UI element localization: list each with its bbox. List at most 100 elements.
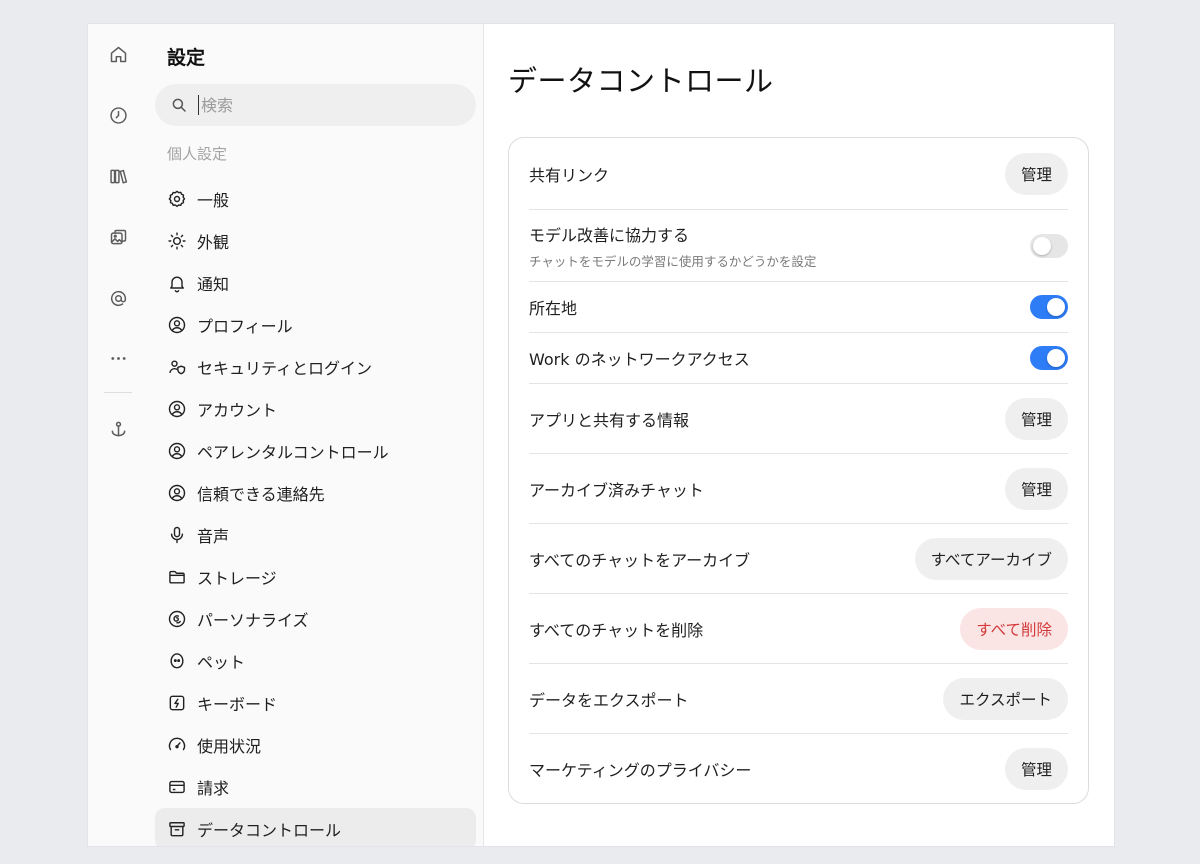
sidebar-item-data-controls[interactable]: データコントロール bbox=[155, 808, 476, 846]
settings-card: 共有リンク 管理 モデル改善に協力する チャットをモデルの学習に使用するかどうか… bbox=[508, 137, 1089, 804]
row-label: データをエクスポート bbox=[529, 690, 689, 710]
sidebar-item-notifications[interactable]: 通知 bbox=[155, 262, 476, 304]
archive-box-icon bbox=[167, 819, 187, 839]
gear-icon bbox=[167, 189, 187, 209]
sidebar-item-label: 音声 bbox=[197, 527, 230, 546]
manage-marketing-privacy-button[interactable]: 管理 bbox=[1004, 748, 1068, 790]
sidebar-item-label: アカウント bbox=[197, 401, 278, 420]
at-sign-icon[interactable] bbox=[102, 282, 134, 314]
row-archive-all: すべてのチャットをアーカイブ すべてアーカイブ bbox=[529, 524, 1068, 594]
sidebar-item-voice[interactable]: 音声 bbox=[155, 514, 476, 556]
row-label: すべてのチャットをアーカイブ bbox=[529, 550, 751, 570]
library-icon[interactable] bbox=[102, 160, 134, 192]
settings-sidebar: 設定 個人設定 一般 外観 通知 プロフィール bbox=[148, 24, 484, 846]
more-icon[interactable] bbox=[102, 342, 134, 374]
sidebar-item-label: 使用状況 bbox=[197, 737, 262, 756]
toggle-knob bbox=[1047, 349, 1065, 367]
row-location: 所在地 bbox=[529, 282, 1068, 333]
row-delete-all: すべてのチャットを削除 すべて削除 bbox=[529, 594, 1068, 664]
sidebar-item-general[interactable]: 一般 bbox=[155, 178, 476, 220]
sidebar-item-personalization[interactable]: パーソナライズ bbox=[155, 598, 476, 640]
credit-card-icon bbox=[167, 777, 187, 797]
sidebar-item-appearance[interactable]: 外観 bbox=[155, 220, 476, 262]
manage-shared-links-button[interactable]: 管理 bbox=[1004, 152, 1068, 195]
sidebar-item-storage[interactable]: ストレージ bbox=[155, 556, 476, 598]
sidebar-item-label: パーソナライズ bbox=[197, 611, 309, 630]
images-icon[interactable] bbox=[102, 221, 134, 253]
sidebar-item-label: データコントロール bbox=[197, 821, 342, 840]
model-improvement-toggle[interactable] bbox=[1030, 233, 1068, 258]
section-label-personal: 個人設定 bbox=[167, 145, 228, 163]
sidebar-item-label: 請求 bbox=[197, 779, 230, 798]
row-description: チャットをモデルの学習に使用するかどうかを設定 bbox=[529, 253, 817, 269]
toggle-knob bbox=[1033, 236, 1051, 255]
location-toggle[interactable] bbox=[1030, 295, 1068, 319]
anchor-icon[interactable] bbox=[102, 413, 134, 445]
export-button[interactable]: エクスポート bbox=[943, 677, 1068, 720]
sidebar-item-account[interactable]: アカウント bbox=[155, 388, 476, 430]
search-icon bbox=[170, 96, 188, 114]
row-label: アプリと共有する情報 bbox=[529, 410, 690, 430]
bell-icon bbox=[167, 273, 187, 293]
sidebar-item-label: プロフィール bbox=[197, 317, 293, 336]
sidebar-item-label: 一般 bbox=[197, 191, 230, 210]
work-network-access-toggle[interactable] bbox=[1030, 346, 1068, 370]
manage-app-info-button[interactable]: 管理 bbox=[1004, 397, 1068, 440]
row-model-improvement: モデル改善に協力する チャットをモデルの学習に使用するかどうかを設定 bbox=[529, 210, 1068, 282]
row-archived-chats: アーカイブ済みチャット 管理 bbox=[529, 454, 1068, 524]
sidebar-item-profile[interactable]: プロフィール bbox=[155, 304, 476, 346]
sidebar-item-label: 通知 bbox=[197, 275, 230, 294]
sidebar-item-parental-controls[interactable]: ペアレンタルコントロール bbox=[155, 430, 476, 472]
sidebar-item-pet[interactable]: ペット bbox=[155, 640, 476, 682]
row-label: 所在地 bbox=[529, 299, 578, 318]
icon-rail bbox=[88, 24, 148, 846]
manage-archived-chats-button[interactable]: 管理 bbox=[1004, 467, 1068, 510]
sidebar-item-label: 外観 bbox=[197, 233, 230, 252]
personalize-icon bbox=[167, 609, 187, 629]
gauge-icon bbox=[167, 735, 187, 755]
rail-divider bbox=[104, 392, 132, 393]
row-app-shared-info: アプリと共有する情報 管理 bbox=[529, 384, 1068, 454]
row-label: 共有リンク bbox=[529, 165, 610, 185]
keyboard-icon bbox=[167, 693, 187, 713]
sidebar-title: 設定 bbox=[167, 47, 206, 69]
sidebar-item-security[interactable]: セキュリティとログイン bbox=[155, 346, 476, 388]
row-marketing-privacy: マーケティングのプライバシー 管理 bbox=[529, 734, 1068, 804]
row-work-network-access: Work のネットワークアクセス bbox=[529, 333, 1068, 384]
sidebar-item-label: セキュリティとログイン bbox=[197, 359, 373, 378]
sidebar-item-usage[interactable]: 使用状況 bbox=[155, 724, 476, 766]
row-label: アーカイブ済みチャット bbox=[529, 480, 704, 500]
sidebar-item-billing[interactable]: 請求 bbox=[155, 766, 476, 808]
archive-all-button[interactable]: すべてアーカイブ bbox=[914, 537, 1068, 580]
search-bar[interactable] bbox=[155, 84, 476, 126]
sidebar-item-label: 信頼できる連絡先 bbox=[197, 485, 325, 504]
contact-icon bbox=[167, 483, 187, 503]
history-icon[interactable] bbox=[102, 99, 134, 131]
row-text: モデル改善に協力する チャットをモデルの学習に使用するかどうかを設定 bbox=[529, 222, 816, 270]
pet-icon bbox=[167, 651, 187, 671]
sidebar-item-label: キーボード bbox=[197, 695, 278, 714]
row-export-data: データをエクスポート エクスポート bbox=[529, 664, 1068, 734]
row-shared-links: 共有リンク 管理 bbox=[529, 138, 1068, 210]
sidebar-item-label: ストレージ bbox=[197, 569, 277, 588]
row-label: すべてのチャットを削除 bbox=[529, 620, 704, 640]
microphone-icon bbox=[167, 525, 187, 545]
folder-icon bbox=[167, 567, 187, 587]
sidebar-item-label: ペアレンタルコントロール bbox=[197, 443, 389, 462]
home-icon[interactable] bbox=[102, 38, 134, 70]
sun-icon bbox=[167, 231, 187, 251]
settings-window: 設定 個人設定 一般 外観 通知 プロフィール bbox=[88, 24, 1114, 846]
sidebar-item-trusted-contacts[interactable]: 信頼できる連絡先 bbox=[155, 472, 476, 514]
page-title: データコントロール bbox=[508, 64, 774, 98]
account-icon bbox=[167, 399, 187, 419]
settings-nav: 一般 外観 通知 プロフィール セキュリティとログイン アカウント ペアレンタル… bbox=[155, 178, 476, 846]
row-label: マーケティングのプライバシー bbox=[529, 761, 752, 780]
row-label: モデル改善に協力する bbox=[529, 225, 690, 245]
search-input[interactable] bbox=[198, 95, 448, 115]
sidebar-item-keyboard[interactable]: キーボード bbox=[155, 682, 476, 724]
family-icon bbox=[167, 441, 187, 461]
profile-icon bbox=[167, 315, 187, 335]
toggle-knob bbox=[1047, 298, 1065, 316]
row-label: Work のネットワークアクセス bbox=[529, 350, 750, 369]
delete-all-button[interactable]: すべて削除 bbox=[960, 607, 1068, 650]
